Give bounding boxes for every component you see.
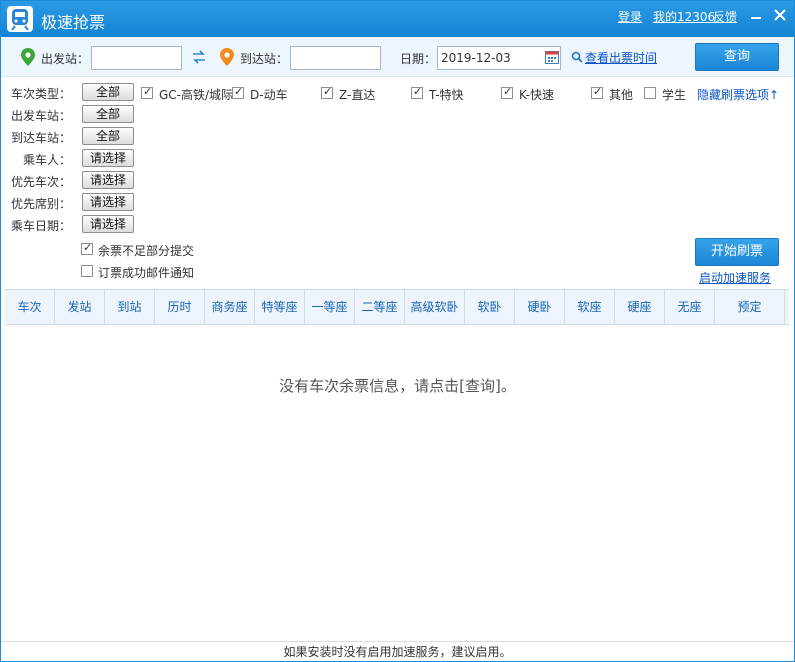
column-header-from[interactable]: 发站: [55, 290, 105, 324]
train-logo-icon: [7, 6, 33, 32]
status-footer: 如果安装时没有启用加速服务，建议启用。: [1, 641, 794, 661]
train-type-d-checkbox[interactable]: [232, 85, 244, 99]
train-type-d-label: D-动车: [250, 88, 288, 102]
date-input[interactable]: 2019-12-03: [437, 46, 561, 70]
priority-train-select-button[interactable]: 请选择: [82, 171, 134, 189]
student-checkbox[interactable]: [644, 87, 656, 99]
email-notify-checkbox[interactable]: [81, 265, 93, 277]
train-type-k-checkbox[interactable]: [501, 85, 513, 99]
from-station-input[interactable]: [91, 46, 182, 70]
search-icon: [571, 51, 583, 63]
column-header-soft-sleeper[interactable]: 软卧: [465, 290, 515, 324]
passenger-label: 乘车人：: [22, 153, 71, 167]
ride-date-select-button[interactable]: 请选择: [82, 215, 134, 233]
minimize-icon[interactable]: [747, 6, 765, 24]
to-station-filter-label: 到达车站：: [10, 131, 71, 145]
hide-options-link[interactable]: 隐藏刷票选项↑: [697, 86, 779, 103]
my12306-link[interactable]: 我的12306: [653, 8, 715, 25]
train-type-label: 车次类型：: [10, 87, 71, 101]
column-header-hard-sleeper[interactable]: 硬卧: [515, 290, 565, 324]
column-header-no-seat[interactable]: 无座: [665, 290, 715, 324]
start-refresh-button[interactable]: 开始刷票: [695, 238, 779, 266]
column-header-soft-seat[interactable]: 软座: [565, 290, 615, 324]
column-header-second-class[interactable]: 二等座: [355, 290, 405, 324]
train-type-z-checkbox[interactable]: [321, 85, 333, 99]
title-bar[interactable]: 极速抢票 登录 我的12306 反馈: [1, 1, 794, 37]
start-accel-service-link[interactable]: 启动加速服务: [699, 269, 771, 286]
feedback-link[interactable]: 反馈: [713, 8, 737, 25]
app-window: 极速抢票 登录 我的12306 反馈 出发站： 到达站： 日期： 2019-12…: [0, 0, 795, 662]
query-button[interactable]: 查询: [695, 43, 779, 71]
train-type-t-checkbox[interactable]: [411, 85, 423, 99]
train-type-all-button[interactable]: 全部: [82, 83, 134, 101]
column-header-deluxe-soft-sleeper[interactable]: 高级软卧: [405, 290, 465, 324]
origin-pin-icon: [21, 48, 35, 66]
train-type-k-label: K-快速: [519, 88, 554, 102]
train-type-z-label: Z-直达: [339, 88, 376, 102]
column-header-duration[interactable]: 历时: [155, 290, 205, 324]
close-icon[interactable]: [771, 6, 789, 24]
ticket-table-header: 车次 发站 到站 历时 商务座 特等座 一等座 二等座 高级软卧 软卧 硬卧 软…: [5, 289, 789, 325]
column-header-book[interactable]: 预定: [715, 290, 785, 324]
to-station-input[interactable]: [290, 46, 381, 70]
partial-submit-checkbox[interactable]: [81, 241, 93, 255]
priority-train-label: 优先车次：: [10, 175, 71, 189]
ride-date-label: 乘车日期：: [10, 219, 71, 233]
train-type-t-label: T-特快: [429, 88, 464, 102]
train-type-other-label: 其他: [609, 88, 634, 102]
email-notify-label: 订票成功邮件通知: [98, 266, 195, 280]
train-type-other-checkbox[interactable]: [591, 85, 603, 99]
to-station-all-button[interactable]: 全部: [82, 127, 134, 145]
search-bar: 出发站： 到达站： 日期： 2019-12-03 查看出票时间 查询: [1, 37, 794, 77]
train-type-gc-label: GC-高铁/城际: [159, 88, 234, 102]
destination-pin-icon: [220, 48, 234, 66]
date-label: 日期：: [400, 52, 437, 66]
column-header-train-no[interactable]: 车次: [5, 290, 55, 324]
priority-seat-label: 优先席别：: [10, 197, 71, 211]
student-label: 学生: [662, 88, 687, 102]
view-ticket-time-link[interactable]: 查看出票时间: [585, 49, 657, 66]
to-station-label: 到达站：: [240, 52, 289, 66]
passenger-select-button[interactable]: 请选择: [82, 149, 134, 167]
calendar-icon[interactable]: [545, 50, 559, 64]
column-header-first-class[interactable]: 一等座: [305, 290, 355, 324]
swap-icon[interactable]: [191, 50, 207, 64]
empty-table-message: 没有车次余票信息，请点击[查询]。: [279, 377, 516, 395]
app-title: 极速抢票: [41, 13, 106, 32]
column-header-hard-seat[interactable]: 硬座: [615, 290, 665, 324]
from-station-filter-label: 出发车站：: [10, 109, 71, 123]
column-header-to[interactable]: 到站: [105, 290, 155, 324]
column-header-business-seat[interactable]: 商务座: [205, 290, 255, 324]
priority-seat-select-button[interactable]: 请选择: [82, 193, 134, 211]
partial-submit-label: 余票不足部分提交: [98, 244, 195, 258]
login-link[interactable]: 登录: [618, 8, 642, 25]
train-type-gc-checkbox[interactable]: [141, 85, 153, 99]
from-station-label: 出发站：: [41, 52, 90, 66]
from-station-all-button[interactable]: 全部: [82, 105, 134, 123]
column-header-premium-seat[interactable]: 特等座: [255, 290, 305, 324]
